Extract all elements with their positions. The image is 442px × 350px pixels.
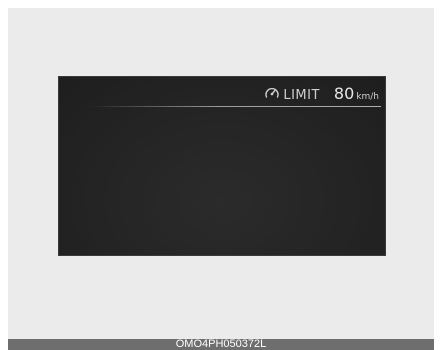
speed-limit-gauge-icon xyxy=(265,87,280,98)
speed-unit: km/h xyxy=(356,92,379,102)
divider-line xyxy=(89,106,381,107)
cluster-display: LIMIT 80 km/h xyxy=(58,76,386,256)
speed-limit-indicator: LIMIT 80 km/h xyxy=(264,84,379,103)
image-code-label: OMO4PH050372L xyxy=(175,338,267,350)
limit-label: LIMIT xyxy=(283,88,320,103)
speed-limit-value: 80 xyxy=(333,84,355,103)
